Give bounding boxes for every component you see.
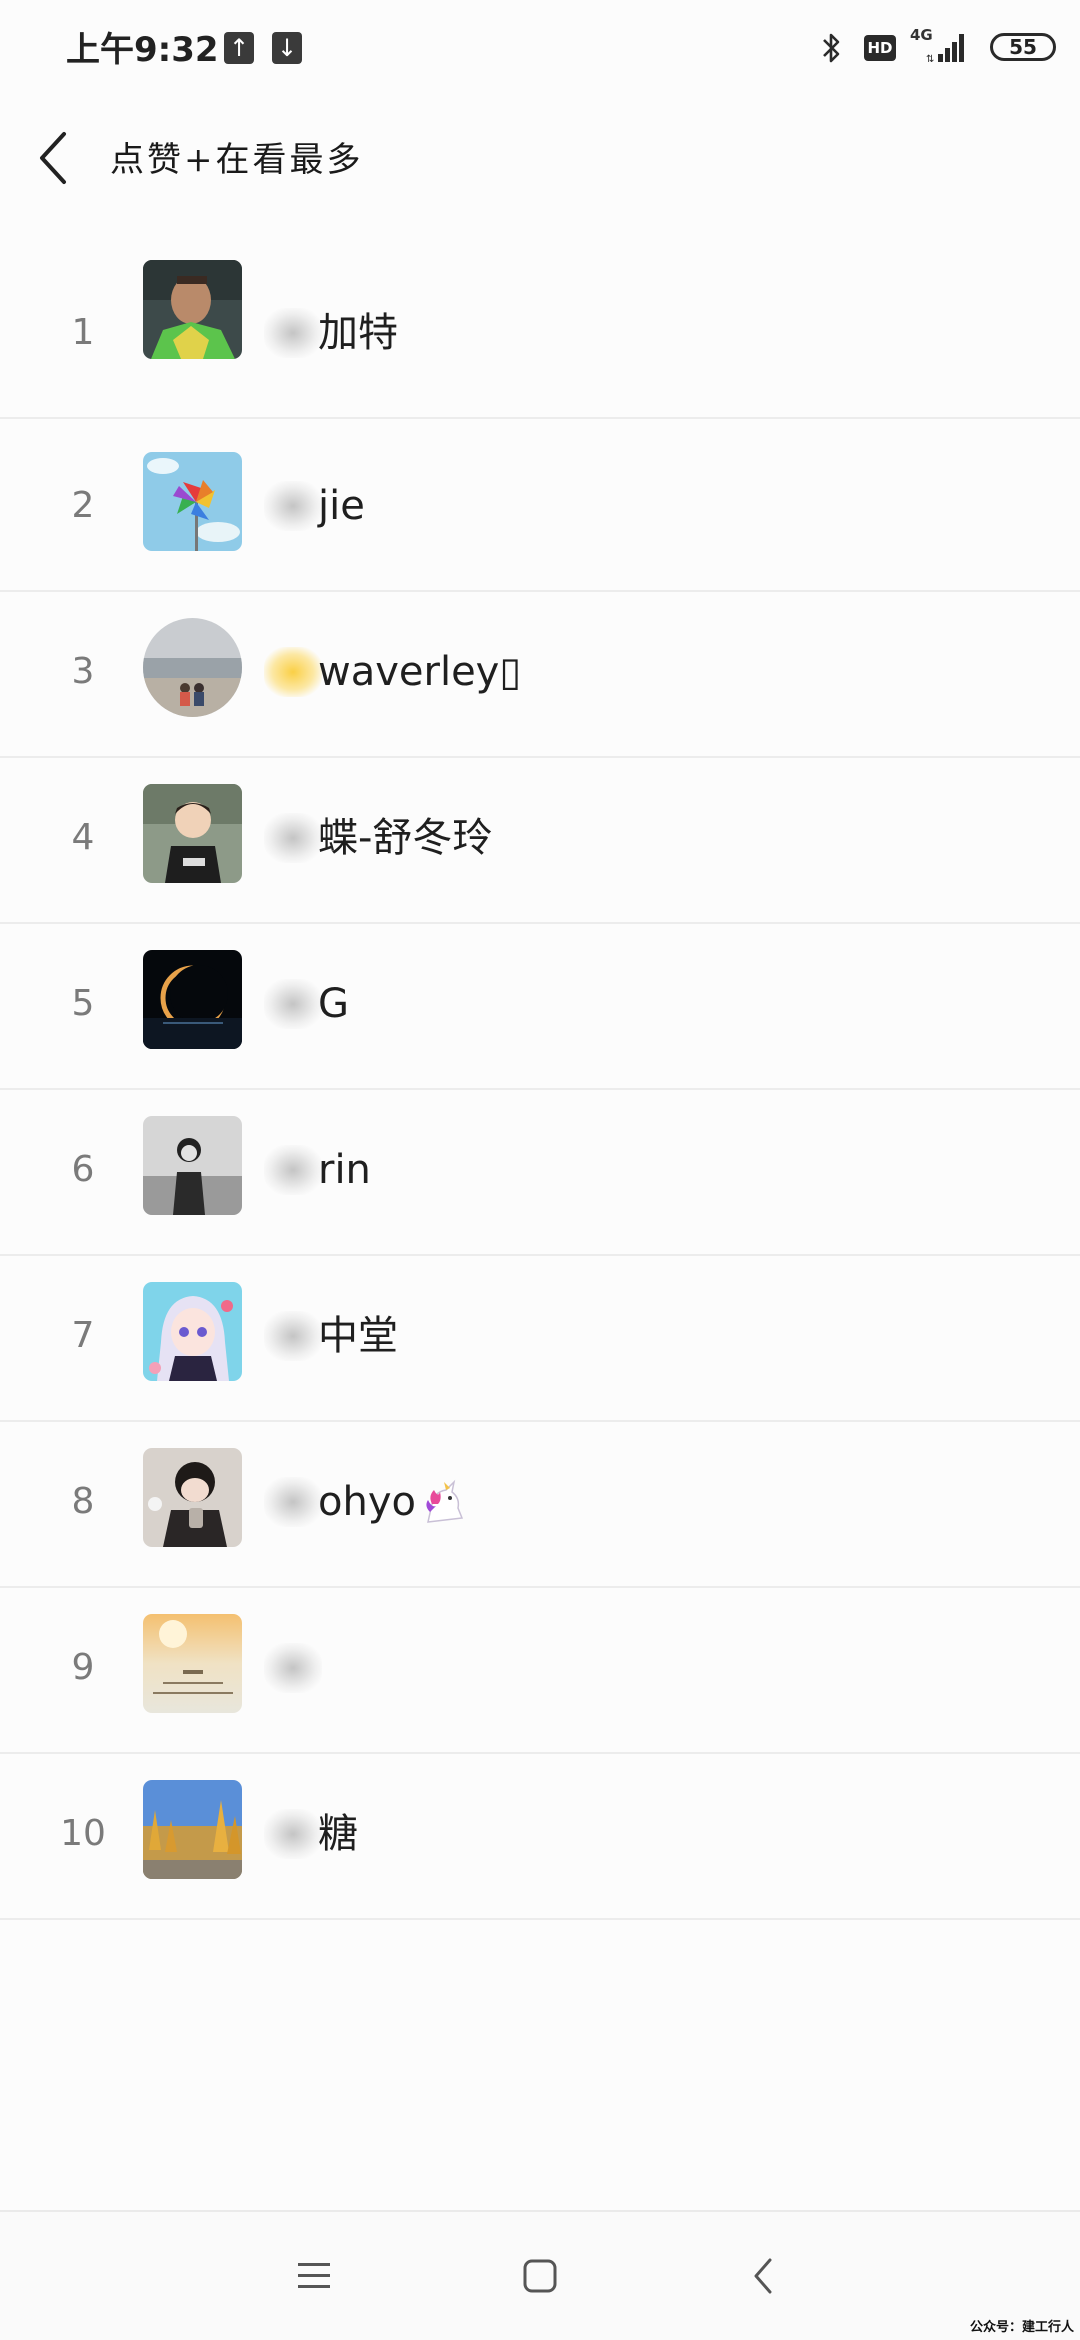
rank-number: 8 bbox=[71, 1481, 95, 1522]
list-item[interactable]: 6 rin bbox=[0, 1090, 1080, 1256]
rank-number: 2 bbox=[71, 485, 95, 526]
page-title: 点赞+在看最多 bbox=[110, 140, 364, 180]
signal-icon: ⇅ bbox=[926, 34, 964, 64]
menu-icon[interactable] bbox=[294, 2254, 338, 2298]
user-name: jie bbox=[318, 483, 365, 529]
rank-number: 6 bbox=[71, 1149, 95, 1190]
list-item[interactable]: 2 jie bbox=[0, 426, 1080, 592]
user-name: G bbox=[318, 981, 349, 1027]
user-name: rin bbox=[318, 1147, 371, 1193]
list-item[interactable]: 4 蝶-舒冬玲 bbox=[0, 758, 1080, 924]
name-wrap bbox=[264, 1640, 322, 1696]
name-wrap: 加特 bbox=[264, 305, 398, 361]
avatar[interactable] bbox=[143, 452, 242, 551]
avatar[interactable] bbox=[143, 1282, 242, 1381]
nav-header: 点赞+在看最多 bbox=[0, 110, 1080, 210]
watermark: 公众号：建工行人 bbox=[969, 2320, 1074, 2335]
name-wrap: 中堂 bbox=[264, 1308, 398, 1364]
ranking-list: 1 加特 2 jie 3 waverley▯ 4 蝶-舒冬玲 5 G 6 rin… bbox=[0, 260, 1080, 1920]
name-redaction bbox=[264, 1643, 322, 1693]
nav-back-icon[interactable] bbox=[744, 2254, 788, 2298]
rank-number: 1 bbox=[71, 312, 95, 353]
name-redaction bbox=[264, 647, 322, 697]
bluetooth-icon bbox=[823, 33, 840, 63]
list-item[interactable]: 1 加特 bbox=[0, 253, 1080, 419]
name-wrap: 蝶-舒冬玲 bbox=[264, 810, 492, 866]
avatar[interactable] bbox=[143, 784, 242, 883]
name-wrap: rin bbox=[264, 1142, 371, 1198]
avatar[interactable] bbox=[143, 618, 242, 717]
unicorn-icon bbox=[426, 1479, 464, 1523]
avatar[interactable] bbox=[143, 1780, 242, 1879]
avatar[interactable] bbox=[143, 1116, 242, 1215]
user-name: 蝶-舒冬玲 bbox=[318, 815, 493, 861]
name-wrap: ohyo bbox=[264, 1474, 466, 1530]
page: 上午9:32 ↑ ↓ HD 4G ⇅ 55 点赞+在看最多 1 加特 2 jie… bbox=[0, 0, 1080, 2340]
name-redaction bbox=[264, 1809, 322, 1859]
user-name: ohyo bbox=[318, 1479, 416, 1525]
status-indicators: HD 4G ⇅ 55 bbox=[780, 0, 1080, 100]
avatar[interactable] bbox=[143, 260, 242, 359]
download-icon: ↓ bbox=[272, 32, 302, 64]
avatar[interactable] bbox=[143, 1614, 242, 1713]
rank-number: 5 bbox=[71, 983, 95, 1024]
list-item[interactable]: 5 G bbox=[0, 924, 1080, 1090]
avatar[interactable] bbox=[143, 950, 242, 1049]
name-wrap: jie bbox=[264, 478, 365, 534]
rank-number: 10 bbox=[60, 1813, 106, 1854]
name-redaction bbox=[264, 308, 322, 358]
hd-badge: HD bbox=[864, 35, 896, 61]
user-name: 中堂 bbox=[318, 1313, 398, 1359]
name-redaction bbox=[264, 1145, 322, 1195]
svg-text:⇅: ⇅ bbox=[926, 54, 934, 64]
name-redaction bbox=[264, 1477, 322, 1527]
rank-number: 7 bbox=[71, 1315, 95, 1356]
system-nav-bar bbox=[0, 2210, 1080, 2340]
name-redaction bbox=[264, 1311, 322, 1361]
name-wrap: G bbox=[264, 976, 349, 1032]
list-item[interactable]: 9 bbox=[0, 1588, 1080, 1754]
user-name: waverley▯ bbox=[318, 649, 522, 695]
back-button[interactable] bbox=[28, 126, 84, 190]
back-arrow-icon bbox=[40, 132, 66, 184]
rank-number: 4 bbox=[71, 817, 95, 858]
status-time: 上午9:32 bbox=[66, 30, 219, 70]
battery-indicator: 55 bbox=[990, 33, 1056, 61]
list-item[interactable]: 3 waverley▯ bbox=[0, 592, 1080, 758]
list-item[interactable]: 10 糖 bbox=[0, 1754, 1080, 1920]
name-redaction bbox=[264, 979, 322, 1029]
list-item[interactable]: 8 ohyo bbox=[0, 1422, 1080, 1588]
upload-icon: ↑ bbox=[224, 32, 254, 64]
home-icon[interactable] bbox=[518, 2254, 562, 2298]
rank-number: 9 bbox=[71, 1647, 95, 1688]
list-item[interactable]: 7 中堂 bbox=[0, 1256, 1080, 1422]
status-bar: 上午9:32 ↑ ↓ HD 4G ⇅ 55 bbox=[0, 0, 1080, 100]
user-name: 糖 bbox=[318, 1811, 358, 1857]
name-wrap: 糖 bbox=[264, 1806, 358, 1862]
name-redaction bbox=[264, 481, 322, 531]
avatar[interactable] bbox=[143, 1448, 242, 1547]
name-wrap: waverley▯ bbox=[264, 644, 521, 700]
name-redaction bbox=[264, 813, 322, 863]
user-name: 加特 bbox=[318, 310, 398, 356]
rank-number: 3 bbox=[71, 651, 95, 692]
